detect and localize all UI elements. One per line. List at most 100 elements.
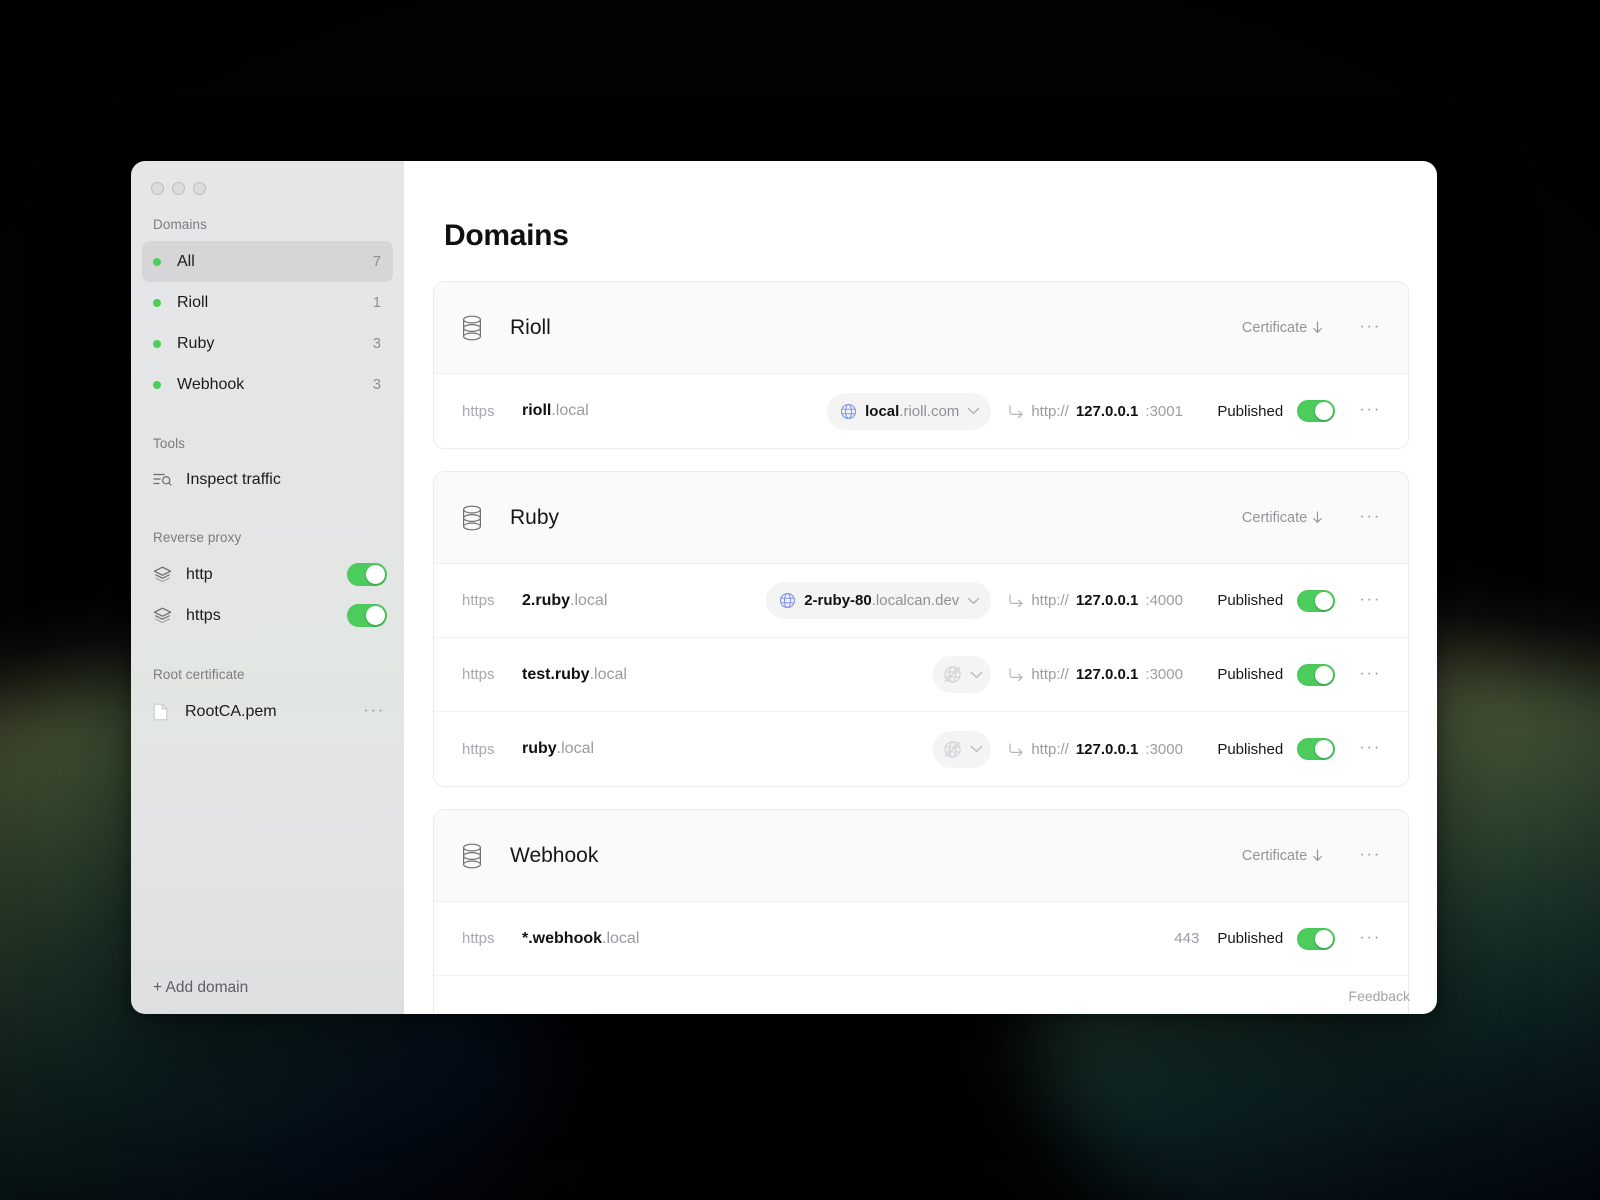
sidebar-item-label: Webhook	[177, 375, 245, 393]
sidebar-item-inspect-traffic[interactable]: Inspect traffic	[142, 460, 393, 499]
row-status-label: Published	[1217, 666, 1284, 683]
certificate-label: Certificate	[1241, 509, 1308, 526]
row-public-domain-dropdown[interactable]	[933, 730, 992, 768]
domain-card-title: Ruby	[510, 505, 560, 529]
row-menu-button[interactable]: ···	[1357, 400, 1383, 420]
row-published-toggle[interactable]	[1297, 663, 1336, 686]
zoom-button[interactable]	[193, 182, 206, 195]
globe-off-icon	[944, 740, 962, 758]
row-host: rioll.local	[522, 402, 589, 419]
domain-card-rioll: Rioll Certificate ··· https rioll.local	[433, 281, 1409, 449]
row-port: 443	[1174, 930, 1200, 947]
row-menu-button[interactable]: ···	[1357, 664, 1383, 684]
redirect-arrow-icon	[1009, 594, 1023, 607]
status-dot-icon	[153, 257, 161, 266]
globe-icon	[780, 592, 796, 609]
chevron-down-icon	[967, 407, 980, 415]
domain-card-header: Ruby Certificate ···	[434, 472, 1408, 564]
row-public-domain-dropdown[interactable]	[933, 656, 992, 693]
table-row: https ruby.local http://127.0.0.1:3000 …	[434, 712, 1408, 786]
row-menu-button[interactable]: ···	[1357, 738, 1383, 758]
redirect-arrow-icon	[1009, 742, 1023, 756]
row-published-toggle[interactable]	[1297, 589, 1336, 612]
row-public-domain-dropdown[interactable]: local.rioll.com	[827, 392, 992, 430]
sidebar-item-all[interactable]: All 7	[142, 241, 393, 282]
layers-icon	[153, 566, 175, 583]
domain-card-title: Webhook	[510, 843, 599, 867]
toggle-knob	[1315, 665, 1334, 684]
sidebar-item-ruby[interactable]: Ruby 3	[142, 323, 393, 364]
rootca-menu-button[interactable]: ···	[361, 701, 387, 721]
row-published-toggle[interactable]	[1297, 927, 1336, 950]
sidebar-item-webhook[interactable]: Webhook 3	[142, 364, 393, 405]
sidebar-item-count: 3	[372, 376, 381, 393]
certificate-download-button[interactable]: Certificate	[1242, 510, 1323, 526]
row-scheme: https	[462, 592, 495, 609]
toggle-knob	[1315, 929, 1334, 948]
toggle-knob	[1315, 402, 1334, 420]
domain-card-menu-button[interactable]: ···	[1357, 507, 1383, 527]
row-host: test.ruby.local	[522, 665, 627, 683]
domain-card-menu-button[interactable]: ···	[1357, 317, 1383, 337]
proxy-http-toggle[interactable]	[347, 563, 387, 586]
inspect-traffic-icon	[153, 472, 175, 487]
chevron-down-icon	[970, 671, 983, 678]
window-traffic-lights	[131, 161, 404, 195]
row-target-url: http://127.0.0.1:3000	[1009, 741, 1217, 758]
sidebar-section-reverse-proxy-label: Reverse proxy	[153, 530, 242, 545]
database-icon	[462, 843, 482, 869]
certificate-download-button[interactable]: Certificate	[1242, 848, 1323, 864]
sidebar-section-root-certificate-label: Root certificate	[153, 667, 245, 682]
table-row-partial	[434, 976, 1408, 1014]
sidebar-item-count: 7	[372, 253, 381, 270]
row-public-domain-dropdown[interactable]: 2-ruby-80.localcan.dev	[766, 582, 992, 619]
sidebar-item-proxy-http[interactable]: http	[142, 554, 393, 595]
row-target-url: http://127.0.0.1:3001	[1009, 403, 1217, 420]
domain-card-header: Rioll Certificate ···	[434, 282, 1408, 374]
domain-card-header: Webhook Certificate ···	[434, 810, 1408, 902]
domain-card-menu-button[interactable]: ···	[1357, 845, 1383, 865]
certificate-download-button[interactable]: Certificate	[1242, 320, 1323, 336]
sidebar-item-label: Inspect traffic	[186, 470, 281, 488]
toggle-knob	[1315, 740, 1334, 758]
toggle-knob	[1315, 591, 1334, 610]
row-host: ruby.local	[522, 740, 595, 757]
sidebar-item-count: 3	[372, 335, 381, 352]
table-row: https rioll.local local.rioll.com http:/…	[434, 374, 1408, 448]
sidebar-item-rioll[interactable]: Rioll 1	[142, 282, 393, 323]
sidebar-item-label: Ruby	[177, 334, 215, 352]
certificate-label: Certificate	[1241, 847, 1308, 864]
row-public-domain-text: 2-ruby-80.localcan.dev	[804, 592, 960, 609]
row-published-toggle[interactable]	[1297, 400, 1336, 422]
row-scheme: https	[462, 666, 495, 683]
row-target-url: http://127.0.0.1:3000	[1009, 666, 1217, 683]
sidebar-item-label: All	[177, 252, 195, 270]
table-row: https *.webhook.local 443 Published ···	[434, 902, 1408, 976]
sidebar-item-proxy-https[interactable]: https	[142, 595, 393, 636]
database-icon	[462, 505, 482, 531]
sidebar-item-count: 1	[372, 294, 381, 311]
minimize-button[interactable]	[172, 182, 185, 195]
close-button[interactable]	[151, 182, 164, 195]
sidebar-item-label: RootCA.pem	[185, 702, 277, 720]
download-arrow-icon	[1313, 321, 1322, 333]
row-menu-button[interactable]: ···	[1357, 590, 1383, 610]
row-public-domain-text: local.rioll.com	[865, 402, 960, 420]
domain-card-title: Rioll	[510, 315, 551, 339]
add-domain-button[interactable]: + Add domain	[153, 979, 248, 997]
row-menu-button[interactable]: ···	[1357, 928, 1383, 948]
status-dot-icon	[153, 380, 161, 389]
file-icon	[153, 703, 173, 721]
row-host: 2.ruby.local	[522, 591, 608, 609]
row-published-toggle[interactable]	[1297, 738, 1336, 760]
chevron-down-icon	[970, 745, 983, 753]
status-dot-icon	[153, 339, 161, 348]
globe-icon	[841, 403, 857, 419]
sidebar-item-rootca[interactable]: RootCA.pem ···	[142, 691, 393, 732]
feedback-link[interactable]: Feedback	[1349, 988, 1410, 1004]
sidebar-section-domains-label: Domains	[153, 217, 207, 232]
sidebar-item-label: Rioll	[177, 293, 209, 311]
proxy-https-toggle[interactable]	[347, 604, 387, 627]
domains-scroll-area[interactable]: Domains Rioll Certificate ··· https riol…	[404, 161, 1437, 1014]
row-target-url: http://127.0.0.1:4000	[1009, 592, 1217, 609]
